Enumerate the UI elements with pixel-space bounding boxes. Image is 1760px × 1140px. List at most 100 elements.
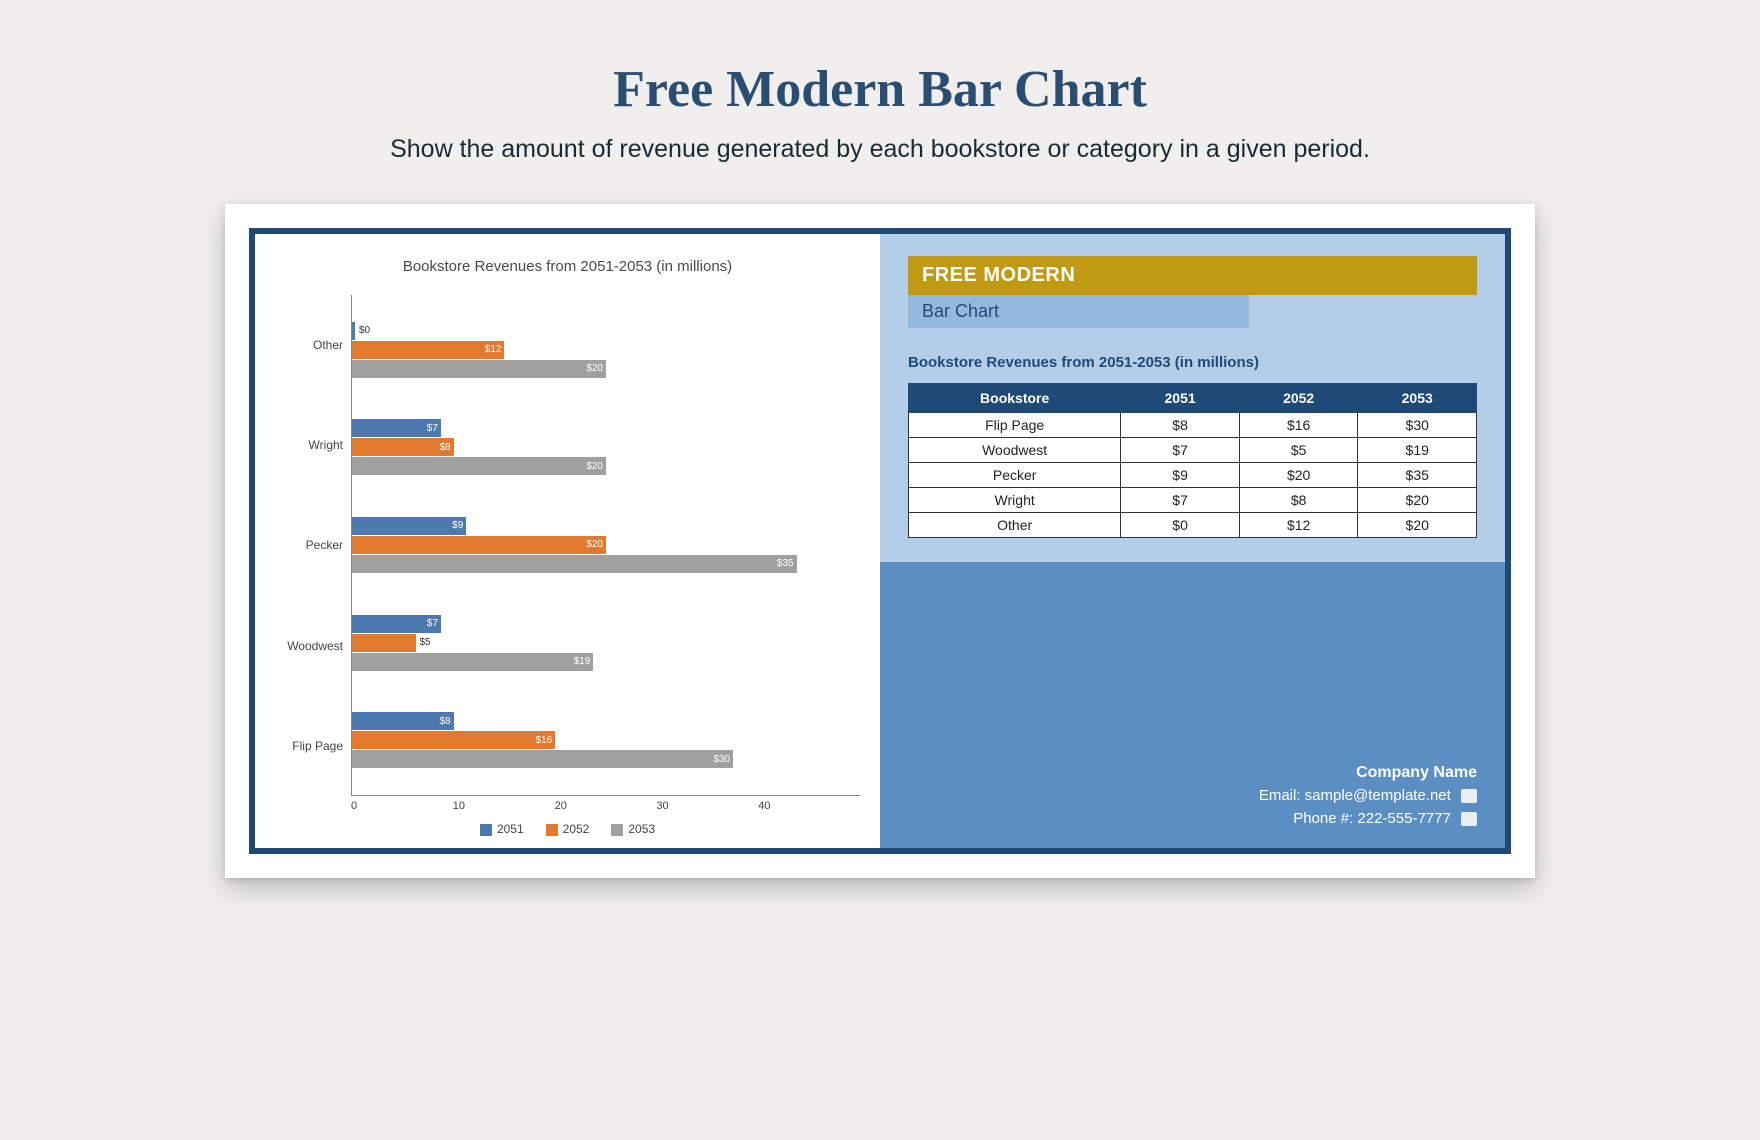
chart-bar-label: $19 (572, 656, 591, 667)
chart-x-axis: 010203040 (351, 796, 860, 812)
chart-title: Bookstore Revenues from 2051-2053 (in mi… (275, 258, 860, 275)
table-cell: $7 (1121, 488, 1240, 513)
chart-bar: $8 (352, 712, 454, 730)
chart-x-tick: 30 (656, 800, 758, 812)
chart-bar-label: $7 (425, 618, 438, 629)
table-row: Wright$7$8$20 (909, 488, 1477, 513)
chart-bar: $12 (352, 341, 504, 359)
table-header-row: Bookstore 2051 2052 2053 (909, 384, 1477, 413)
chart-bar: $7 (352, 615, 441, 633)
table-cell: $30 (1358, 413, 1477, 438)
chart-bar-group: $7 $5 $19 (352, 615, 860, 671)
chart-x-tick: 20 (555, 800, 657, 812)
revenue-table: Bookstore 2051 2052 2053 Flip Page$8$16$… (908, 383, 1477, 538)
chart-bar-label: $30 (711, 754, 730, 765)
chart-legend: 2051 2052 2053 (275, 822, 860, 836)
phone-icon (1461, 812, 1477, 826)
table-cell: $0 (1121, 513, 1240, 538)
chart-bar-label: $8 (437, 442, 450, 453)
table-cell: $35 (1358, 463, 1477, 488)
banner-title: FREE MODERN (908, 256, 1477, 295)
info-top: FREE MODERN Bar Chart Bookstore Revenues… (880, 234, 1505, 562)
chart-category-label: Woodwest (275, 607, 343, 685)
camera-icon (1461, 789, 1477, 803)
chart-bar-label: $7 (425, 423, 438, 434)
contact-block: Company Name Email: sample@template.net … (1259, 761, 1477, 830)
chart-bar-label: $20 (584, 539, 603, 550)
legend-item-2051: 2051 (480, 822, 524, 836)
table-cell: Flip Page (909, 413, 1121, 438)
table-cell: $12 (1239, 513, 1358, 538)
legend-item-2052: 2052 (546, 822, 590, 836)
legend-swatch-icon (480, 824, 492, 836)
table-cell: $5 (1239, 438, 1358, 463)
table-header: 2053 (1358, 384, 1477, 413)
chart-bar-group: $0 $12 $20 (352, 322, 860, 378)
table-cell: Wright (909, 488, 1121, 513)
company-name: Company Name (1259, 761, 1477, 785)
chart-bar: $30 (352, 750, 733, 768)
table-cell: $8 (1121, 413, 1240, 438)
chart-bar-label: $5 (418, 637, 431, 648)
info-bottom: Company Name Email: sample@template.net … (880, 562, 1505, 848)
chart-category-label: Wright (275, 406, 343, 484)
table-cell: Other (909, 513, 1121, 538)
chart-bar-label: $35 (775, 558, 794, 569)
chart-bar: $19 (352, 653, 593, 671)
chart-bar-label: $8 (437, 716, 450, 727)
table-header: Bookstore (909, 384, 1121, 413)
chart-body: Other Wright Pecker Woodwest Flip Page $0 $12… (275, 295, 860, 796)
table-title: Bookstore Revenues from 2051-2053 (in mi… (908, 354, 1477, 371)
table-cell: Pecker (909, 463, 1121, 488)
legend-item-2053: 2053 (611, 822, 655, 836)
chart-category-label: Other (275, 306, 343, 384)
chart-bar-label: $9 (450, 520, 463, 531)
chart-bar: $5 (352, 634, 416, 652)
page-title: Free Modern Bar Chart (613, 60, 1147, 119)
chart-category-label: Flip Page (275, 707, 343, 785)
template-card: Bookstore Revenues from 2051-2053 (in mi… (225, 204, 1535, 878)
chart-bar-label: $20 (584, 461, 603, 472)
chart-x-tick: 40 (758, 800, 860, 812)
chart-bar-label: $12 (483, 344, 502, 355)
chart-bar: $0 (352, 322, 355, 340)
chart-category-label: Pecker (275, 506, 343, 584)
chart-bar-group: $8 $16 $30 (352, 712, 860, 768)
table-row: Flip Page$8$16$30 (909, 413, 1477, 438)
table-cell: $7 (1121, 438, 1240, 463)
chart-bar: $20 (352, 360, 606, 378)
chart-x-tick: 0 (351, 800, 453, 812)
inner-frame: Bookstore Revenues from 2051-2053 (in mi… (249, 228, 1511, 854)
chart-pane: Bookstore Revenues from 2051-2053 (in mi… (255, 234, 880, 848)
chart-bar: $16 (352, 731, 555, 749)
banner-subtitle: Bar Chart (908, 295, 1249, 328)
table-cell: $20 (1358, 488, 1477, 513)
table-cell: Woodwest (909, 438, 1121, 463)
table-header: 2051 (1121, 384, 1240, 413)
table-cell: $19 (1358, 438, 1477, 463)
table-row: Woodwest$7$5$19 (909, 438, 1477, 463)
table-row: Pecker$9$20$35 (909, 463, 1477, 488)
table-row: Other$0$12$20 (909, 513, 1477, 538)
legend-swatch-icon (546, 824, 558, 836)
chart-bar: $7 (352, 419, 441, 437)
chart-bar: $20 (352, 457, 606, 475)
chart-bar: $8 (352, 438, 454, 456)
info-pane: FREE MODERN Bar Chart Bookstore Revenues… (880, 234, 1505, 848)
chart-bar-group: $9 $20 $35 (352, 517, 860, 573)
page-subtitle: Show the amount of revenue generated by … (390, 135, 1370, 164)
chart-y-labels: Other Wright Pecker Woodwest Flip Page (275, 295, 351, 796)
legend-swatch-icon (611, 824, 623, 836)
chart-bar: $20 (352, 536, 606, 554)
table-cell: $20 (1239, 463, 1358, 488)
contact-phone: Phone #: 222-555-7777 (1259, 808, 1477, 831)
chart-plot-area: $0 $12 $20 $7 $8 $20 $9 $20 $35 $7 $5 $19 $8 $16 $30 (351, 295, 860, 796)
chart-x-tick: 10 (453, 800, 555, 812)
chart-bar-label: $0 (357, 325, 370, 336)
contact-email: Email: sample@template.net (1259, 785, 1477, 808)
chart-bar-group: $7 $8 $20 (352, 419, 860, 475)
table-cell: $8 (1239, 488, 1358, 513)
table-cell: $16 (1239, 413, 1358, 438)
chart-bar-label: $16 (534, 735, 553, 746)
table-cell: $9 (1121, 463, 1240, 488)
